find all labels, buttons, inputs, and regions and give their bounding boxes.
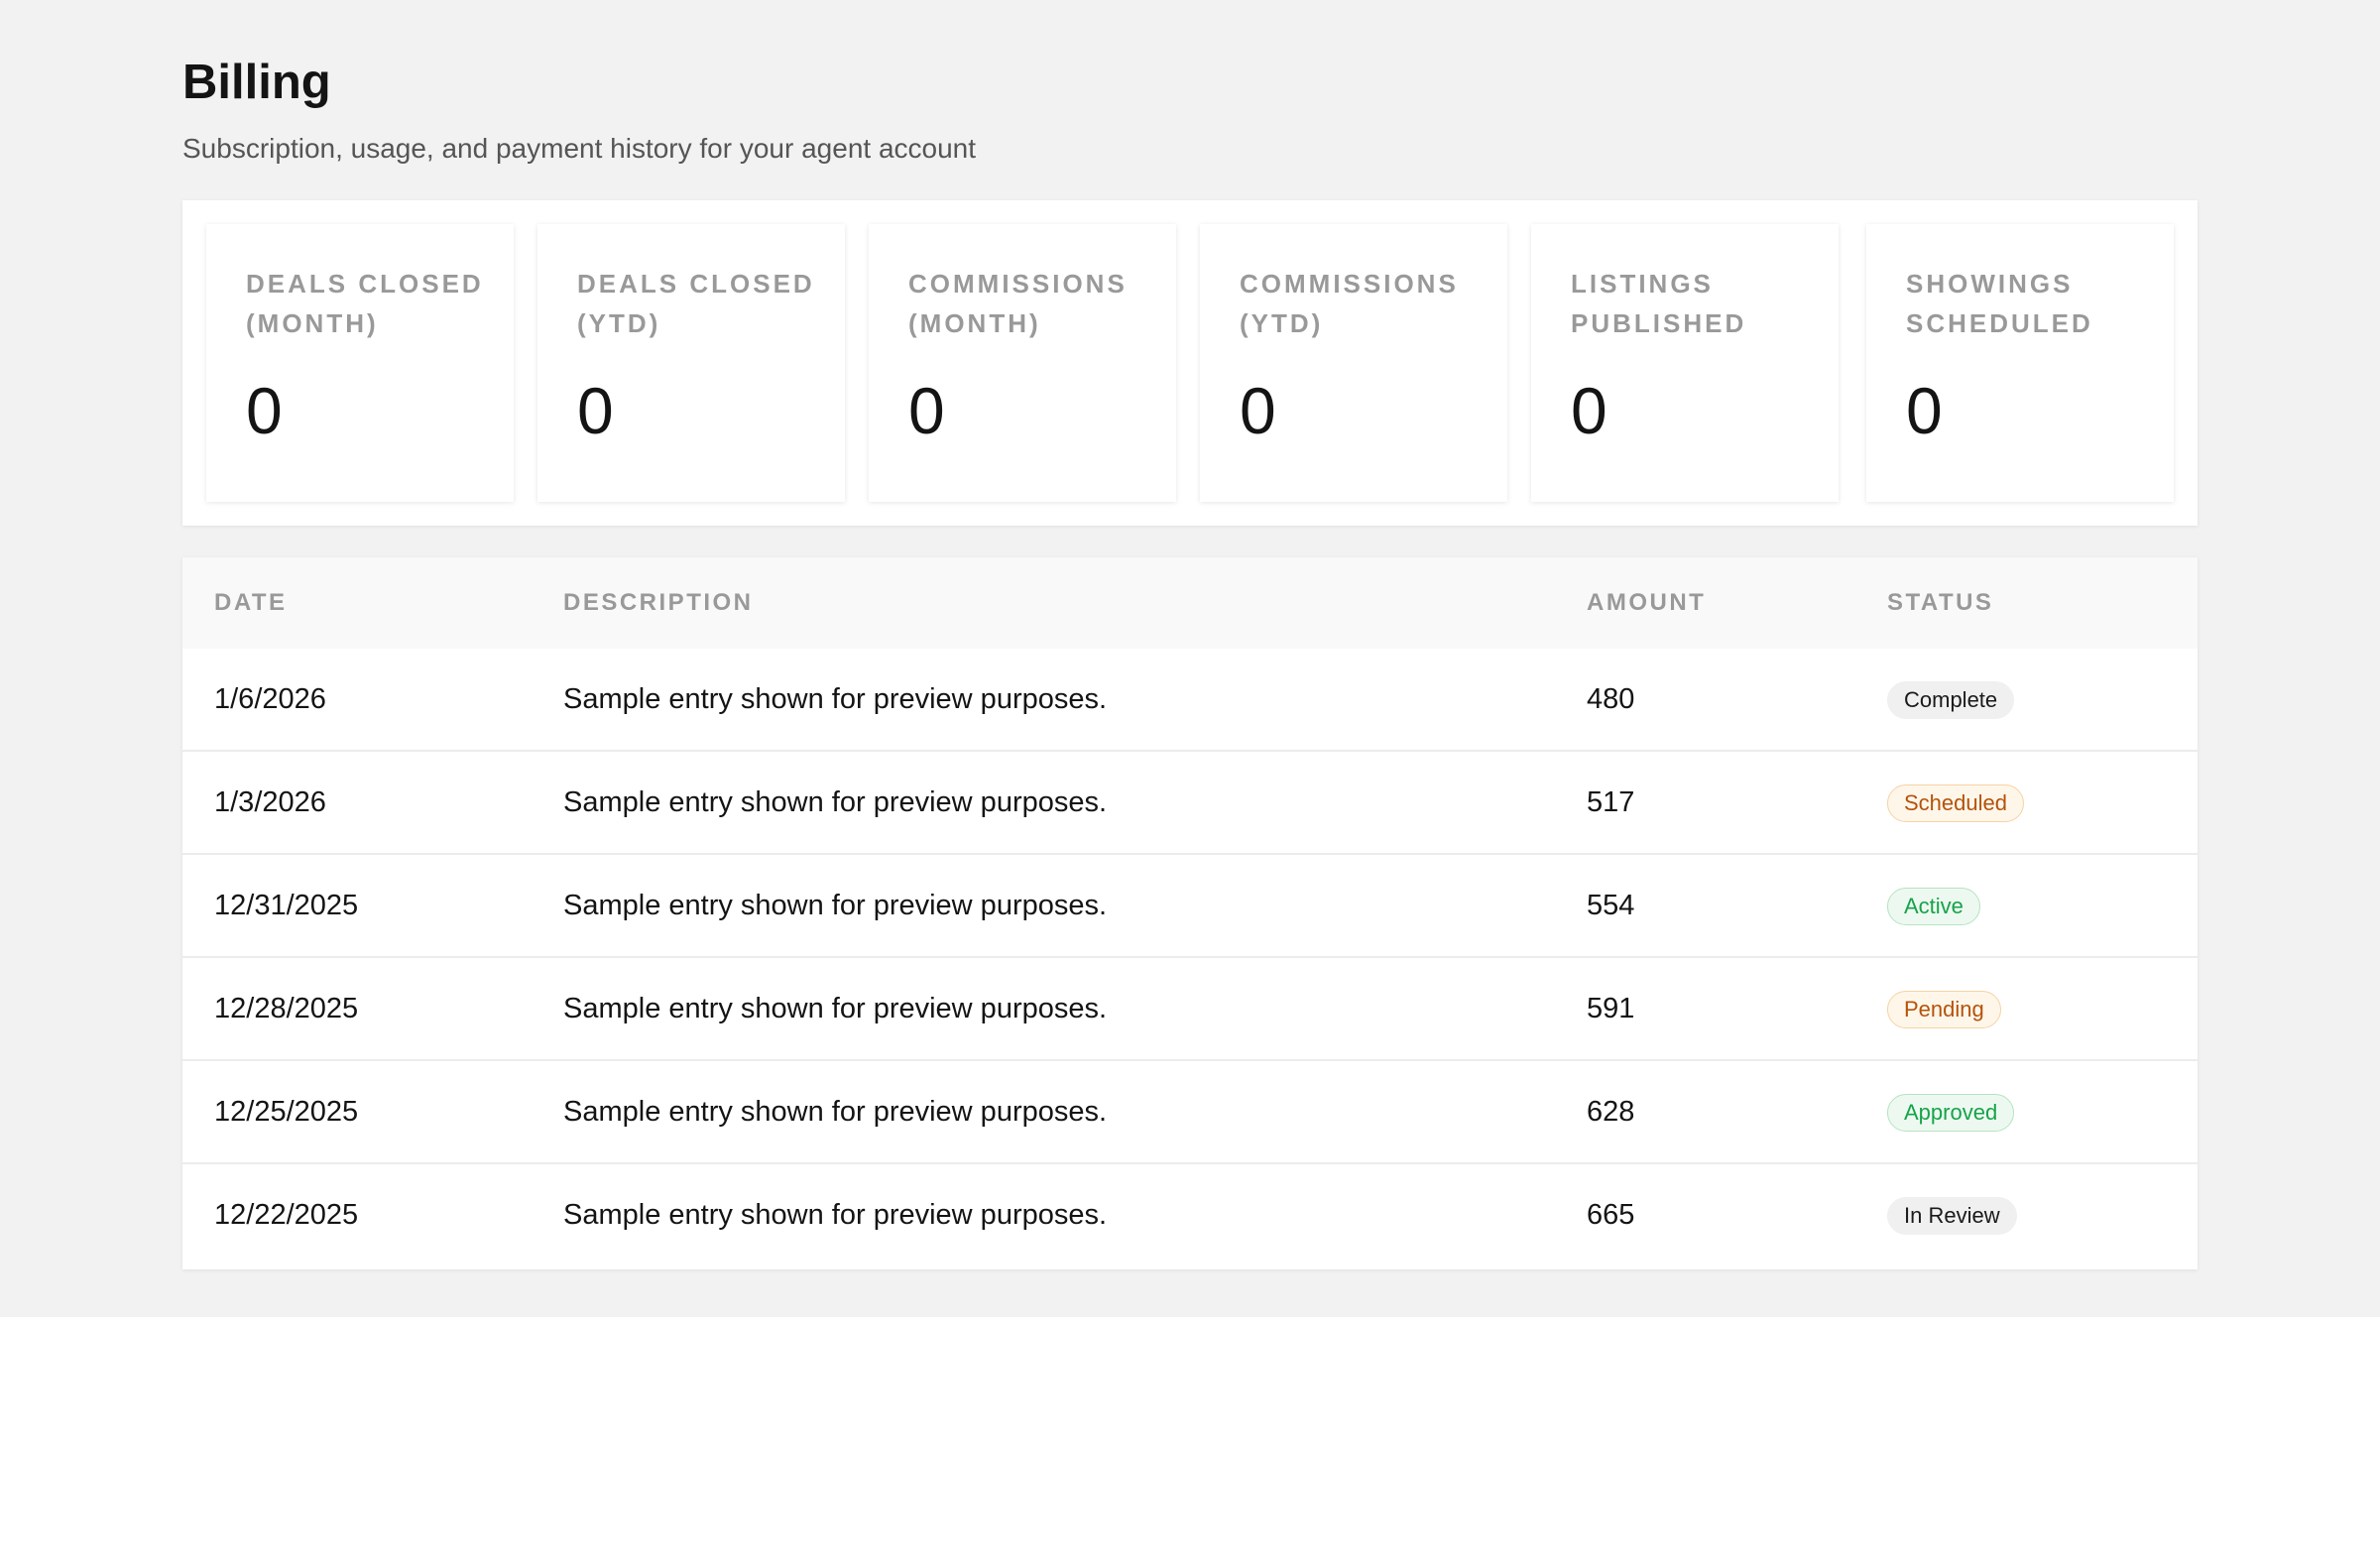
status-badge: Approved	[1887, 1094, 2015, 1132]
column-header-date[interactable]: Date	[214, 557, 288, 649]
table-row[interactable]: 12/31/2025 Sample entry shown for previe…	[182, 855, 2198, 958]
stat-label: Commissions (Month)	[908, 269, 1128, 338]
cell-amount: 480	[1587, 683, 1635, 715]
stat-card-showings-scheduled: Showings Scheduled 0	[1866, 224, 2174, 502]
cell-description: Sample entry shown for preview purposes.	[563, 993, 1108, 1024]
cell-date: 12/25/2025	[214, 1096, 359, 1128]
cell-description: Sample entry shown for preview purposes.	[563, 1096, 1108, 1128]
cell-amount: 628	[1587, 1096, 1635, 1128]
stat-card-listings-published: Listings Published 0	[1531, 224, 1839, 502]
table-row[interactable]: 12/25/2025 Sample entry shown for previe…	[182, 1061, 2198, 1164]
stat-card-deals-closed-month: Deals Closed (Month) 0	[206, 224, 514, 502]
table-row[interactable]: 1/3/2026 Sample entry shown for preview …	[182, 752, 2198, 855]
stat-card-deals-closed-ytd: Deals Closed (YTD) 0	[537, 224, 845, 502]
stat-label: Listings Published	[1571, 269, 1747, 338]
status-badge: Complete	[1887, 681, 2015, 719]
table-row[interactable]: 12/22/2025 Sample entry shown for previe…	[182, 1164, 2198, 1267]
stat-value: 0	[1571, 374, 1607, 447]
table-row[interactable]: 1/6/2026 Sample entry shown for preview …	[182, 649, 2198, 752]
cell-date: 12/22/2025	[214, 1199, 359, 1231]
billing-history-table: Date Description Amount Status 1/6/2026 …	[182, 557, 2198, 1269]
stat-value: 0	[1906, 374, 1943, 447]
status-badge: Scheduled	[1887, 784, 2024, 822]
page-subtitle: Subscription, usage, and payment history…	[182, 133, 977, 164]
cell-date: 1/3/2026	[214, 786, 326, 818]
cell-amount: 665	[1587, 1199, 1635, 1231]
status-badge: Pending	[1887, 991, 2001, 1028]
cell-date: 12/28/2025	[214, 993, 359, 1024]
column-header-amount[interactable]: Amount	[1587, 557, 1706, 649]
cell-description: Sample entry shown for preview purposes.	[563, 1199, 1108, 1231]
cell-amount: 591	[1587, 993, 1635, 1024]
cell-date: 1/6/2026	[214, 683, 326, 715]
stat-label: Deals Closed (YTD)	[577, 269, 815, 338]
status-badge: Active	[1887, 888, 1980, 925]
cell-description: Sample entry shown for preview purposes.	[563, 683, 1108, 715]
cell-description: Sample entry shown for preview purposes.	[563, 786, 1108, 818]
stat-label: Commissions (YTD)	[1240, 269, 1459, 338]
stat-value: 0	[908, 374, 945, 447]
table-header-row: Date Description Amount Status	[182, 557, 2198, 649]
stat-value: 0	[1240, 374, 1276, 447]
page-background: Billing Subscription, usage, and payment…	[0, 0, 2380, 1317]
stat-value: 0	[577, 374, 614, 447]
page-title: Billing	[182, 56, 331, 109]
cell-amount: 517	[1587, 786, 1635, 818]
table-row[interactable]: 12/28/2025 Sample entry shown for previe…	[182, 958, 2198, 1061]
stat-value: 0	[246, 374, 283, 447]
stat-card-commissions-ytd: Commissions (YTD) 0	[1200, 224, 1507, 502]
stat-card-commissions-month: Commissions (Month) 0	[869, 224, 1176, 502]
stat-label: Showings Scheduled	[1906, 269, 2093, 338]
stat-label: Deals Closed (Month)	[246, 269, 484, 338]
column-header-status[interactable]: Status	[1887, 557, 1993, 649]
cell-description: Sample entry shown for preview purposes.	[563, 890, 1108, 921]
cell-date: 12/31/2025	[214, 890, 359, 921]
status-badge: In Review	[1887, 1197, 2017, 1235]
cell-amount: 554	[1587, 890, 1635, 921]
stats-panel: Deals Closed (Month) 0 Deals Closed (YTD…	[182, 200, 2198, 526]
column-header-description[interactable]: Description	[563, 557, 754, 649]
